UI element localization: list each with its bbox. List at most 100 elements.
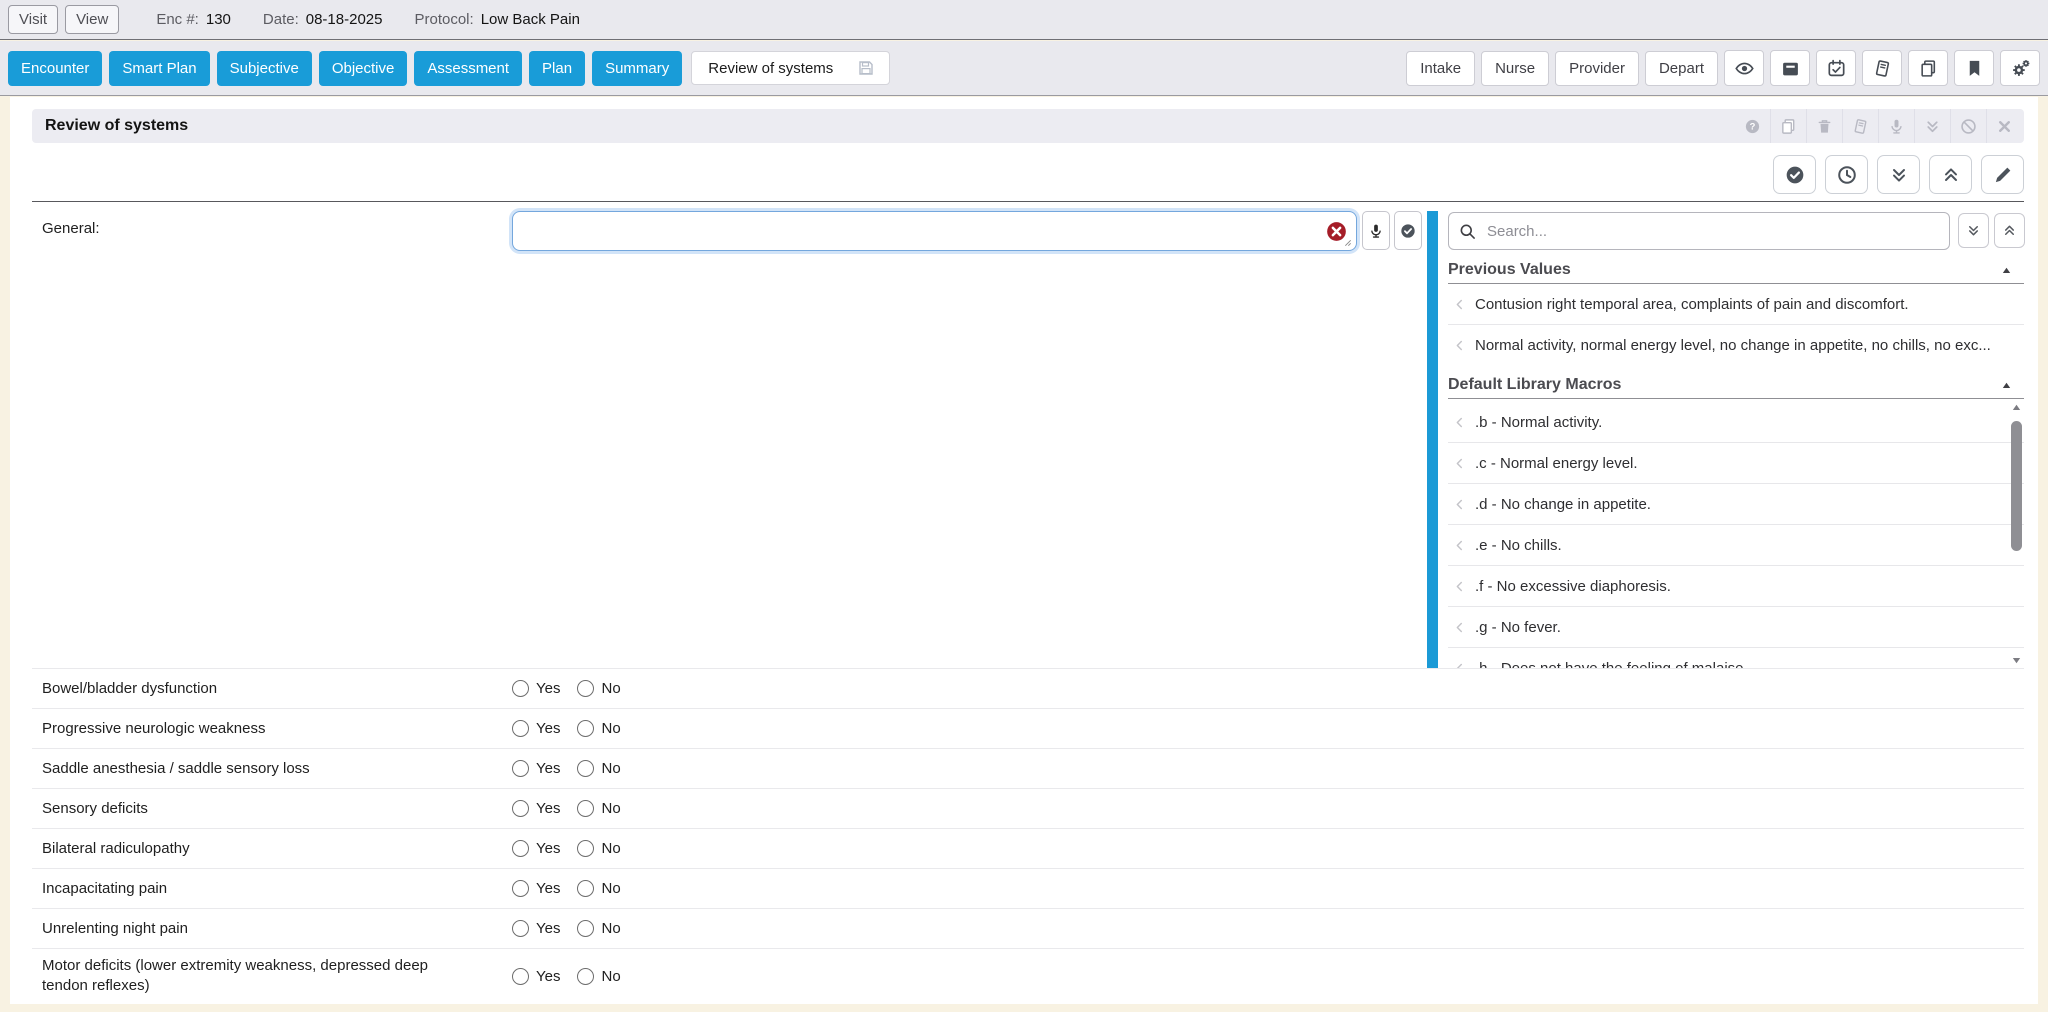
macro-item[interactable]: .b - Normal activity. [1448, 402, 2024, 442]
macro-item[interactable]: .e - No chills. [1448, 524, 2024, 565]
general-input[interactable] [512, 211, 1357, 251]
no-option[interactable]: No [577, 760, 620, 777]
visit-button[interactable]: Visit [8, 5, 58, 34]
collapse-triangle-icon[interactable] [2001, 380, 2012, 391]
search-input[interactable] [1485, 222, 1939, 241]
header-icon-button[interactable] [1770, 109, 1806, 143]
yes-radio[interactable] [512, 920, 529, 937]
nav-tab[interactable]: Summary [592, 51, 682, 86]
no-option[interactable]: No [577, 680, 620, 697]
question-label: Bilateral radiculopathy [42, 832, 488, 866]
no-radio[interactable] [577, 840, 594, 857]
no-radio[interactable] [577, 968, 594, 985]
yes-radio[interactable] [512, 800, 529, 817]
nav-tab[interactable]: Subjective [217, 51, 312, 86]
macro-item[interactable]: .h - Does not have the feeling of malais… [1448, 647, 2024, 669]
header-icon-button[interactable]: ? [1735, 109, 1770, 143]
no-radio[interactable] [577, 920, 594, 937]
collapse-triangle-icon[interactable] [2001, 265, 2012, 276]
yes-radio[interactable] [512, 880, 529, 897]
no-option[interactable]: No [577, 720, 620, 737]
previous-values-header[interactable]: Previous Values [1448, 257, 2024, 284]
yes-option[interactable]: Yes [512, 760, 560, 777]
app-icon-button[interactable] [1816, 50, 1856, 86]
no-radio[interactable] [577, 880, 594, 897]
no-radio[interactable] [577, 800, 594, 817]
nav-tab[interactable]: Encounter [8, 51, 102, 86]
role-button[interactable]: Nurse [1481, 51, 1549, 86]
app-icon-button[interactable] [2000, 50, 2040, 86]
yes-radio[interactable] [512, 760, 529, 777]
yes-option[interactable]: Yes [512, 680, 560, 697]
nav-tab[interactable]: Assessment [414, 51, 522, 86]
toolbar-button[interactable] [1929, 155, 1972, 194]
header-icon-button[interactable] [1950, 109, 1986, 143]
macro-item[interactable]: .d - No change in appetite. [1448, 483, 2024, 524]
confirm-field-button[interactable] [1394, 211, 1422, 250]
yes-option[interactable]: Yes [512, 800, 560, 817]
header-icon [1960, 118, 1977, 135]
no-option[interactable]: No [577, 968, 620, 985]
nav-tab[interactable]: Objective [319, 51, 408, 86]
no-option[interactable]: No [577, 920, 620, 937]
toolbar-button[interactable] [1773, 155, 1816, 194]
resize-grip[interactable] [1342, 237, 1354, 249]
yes-radio[interactable] [512, 840, 529, 857]
scrollbar-thumb[interactable] [2011, 421, 2022, 551]
role-button[interactable]: Intake [1406, 51, 1475, 86]
app-icon-button[interactable] [1770, 50, 1810, 86]
toolbar-button[interactable] [1877, 155, 1920, 194]
yes-option[interactable]: Yes [512, 720, 560, 737]
insert-chevron-icon [1453, 580, 1466, 593]
app-icon-button[interactable] [1954, 50, 1994, 86]
macros-panel: Previous Values Contusion right temporal… [1448, 257, 2024, 669]
header-icon-button[interactable] [1842, 109, 1878, 143]
previous-value-item[interactable]: Contusion right temporal area, complaint… [1448, 284, 2024, 324]
yes-radio[interactable] [512, 968, 529, 985]
scroll-up-icon[interactable] [2011, 402, 2022, 413]
no-radio[interactable] [577, 720, 594, 737]
question-label: Sensory deficits [42, 792, 488, 826]
macros-header[interactable]: Default Library Macros [1448, 372, 2024, 399]
previous-value-item[interactable]: Normal activity, normal energy level, no… [1448, 324, 2024, 365]
nav-tab[interactable]: Plan [529, 51, 585, 86]
dictate-button[interactable] [1362, 211, 1390, 250]
no-option[interactable]: No [577, 800, 620, 817]
yes-option[interactable]: Yes [512, 920, 560, 937]
yes-option[interactable]: Yes [512, 880, 560, 897]
header-icon-button[interactable] [1806, 109, 1842, 143]
yes-option[interactable]: Yes [512, 968, 560, 985]
role-button[interactable]: Depart [1645, 51, 1718, 86]
no-option[interactable]: No [577, 840, 620, 857]
item-text: .b - Normal activity. [1475, 414, 1602, 431]
scroll-down-icon[interactable] [2011, 655, 2022, 666]
header-icon-button[interactable] [1914, 109, 1950, 143]
yes-option[interactable]: Yes [512, 840, 560, 857]
app-icon-button[interactable] [1862, 50, 1902, 86]
tab-review-of-systems[interactable]: Review of systems [691, 51, 890, 85]
macro-item[interactable]: .f - No excessive diaphoresis. [1448, 565, 2024, 606]
toolbar-button[interactable] [1981, 155, 2024, 194]
scrollbar[interactable] [2009, 402, 2024, 666]
yes-radio[interactable] [512, 720, 529, 737]
header-icon-button[interactable] [1878, 109, 1914, 143]
no-radio[interactable] [577, 680, 594, 697]
role-button[interactable]: Provider [1555, 51, 1639, 86]
app-icon-button[interactable] [1724, 50, 1764, 86]
toolbar-button[interactable] [1825, 155, 1868, 194]
app-icon-button[interactable] [1908, 50, 1948, 86]
macro-item[interactable]: .g - No fever. [1448, 606, 2024, 647]
macro-item[interactable]: .c - Normal energy level. [1448, 442, 2024, 483]
no-option[interactable]: No [577, 880, 620, 897]
nav-tab[interactable]: Smart Plan [109, 51, 209, 86]
chevrons-icon [1966, 223, 1981, 238]
header-icon [1888, 118, 1905, 135]
panel-collapse-button[interactable] [1958, 213, 1989, 248]
active-tab-label: Review of systems [708, 60, 833, 77]
header-icon-button[interactable] [1986, 109, 2022, 143]
yes-radio[interactable] [512, 680, 529, 697]
save-icon[interactable] [857, 59, 875, 77]
no-radio[interactable] [577, 760, 594, 777]
view-button[interactable]: View [65, 5, 119, 34]
panel-collapse-button[interactable] [1994, 213, 2025, 248]
